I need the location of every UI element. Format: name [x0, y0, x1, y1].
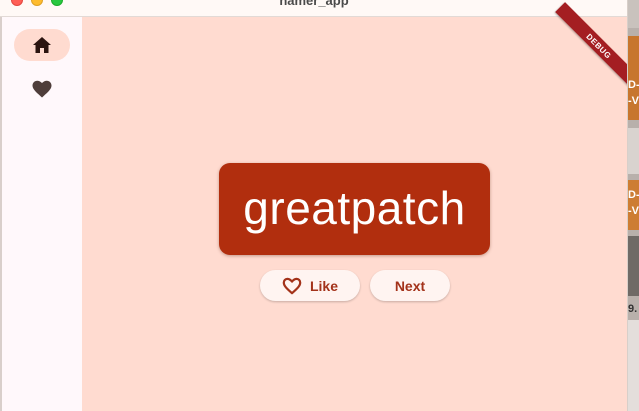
backdrop-tile	[628, 236, 639, 296]
word-pair-text: greatpatch	[243, 182, 466, 234]
backdrop-tile	[628, 320, 639, 411]
desktop-background: D- -V D- -V 9.	[628, 0, 639, 411]
app-window: namer_app greatpatch Like Next DEBUG	[0, 0, 628, 411]
screen: namer_app greatpatch Like Next DEBUG D- …	[0, 0, 639, 411]
like-button[interactable]: Like	[260, 270, 360, 301]
generator-page: greatpatch Like Next DEBUG	[82, 2, 627, 411]
backdrop-tile	[628, 36, 639, 120]
backdrop-text: 9.	[628, 303, 638, 315]
nav-item-favorites[interactable]	[14, 73, 70, 105]
backdrop-text: -V	[628, 95, 639, 107]
home-icon	[33, 37, 51, 53]
next-button[interactable]: Next	[370, 270, 450, 301]
backdrop-tile	[628, 0, 639, 28]
title-bar[interactable]: namer_app	[0, 0, 627, 17]
heart-icon	[32, 80, 52, 98]
like-button-label: Like	[309, 277, 338, 294]
backdrop-text: -V	[628, 205, 639, 217]
window-title: namer_app	[279, 0, 349, 8]
next-button-label: Next	[394, 277, 426, 294]
backdrop-tile	[628, 128, 639, 174]
nav-item-home[interactable]	[14, 29, 70, 61]
navigation-rail	[0, 17, 82, 411]
backdrop-text: D-	[628, 79, 639, 91]
word-pair-card: greatpatch	[219, 163, 490, 255]
heart-outline-icon	[282, 277, 302, 294]
backdrop-text: D-	[628, 189, 639, 201]
